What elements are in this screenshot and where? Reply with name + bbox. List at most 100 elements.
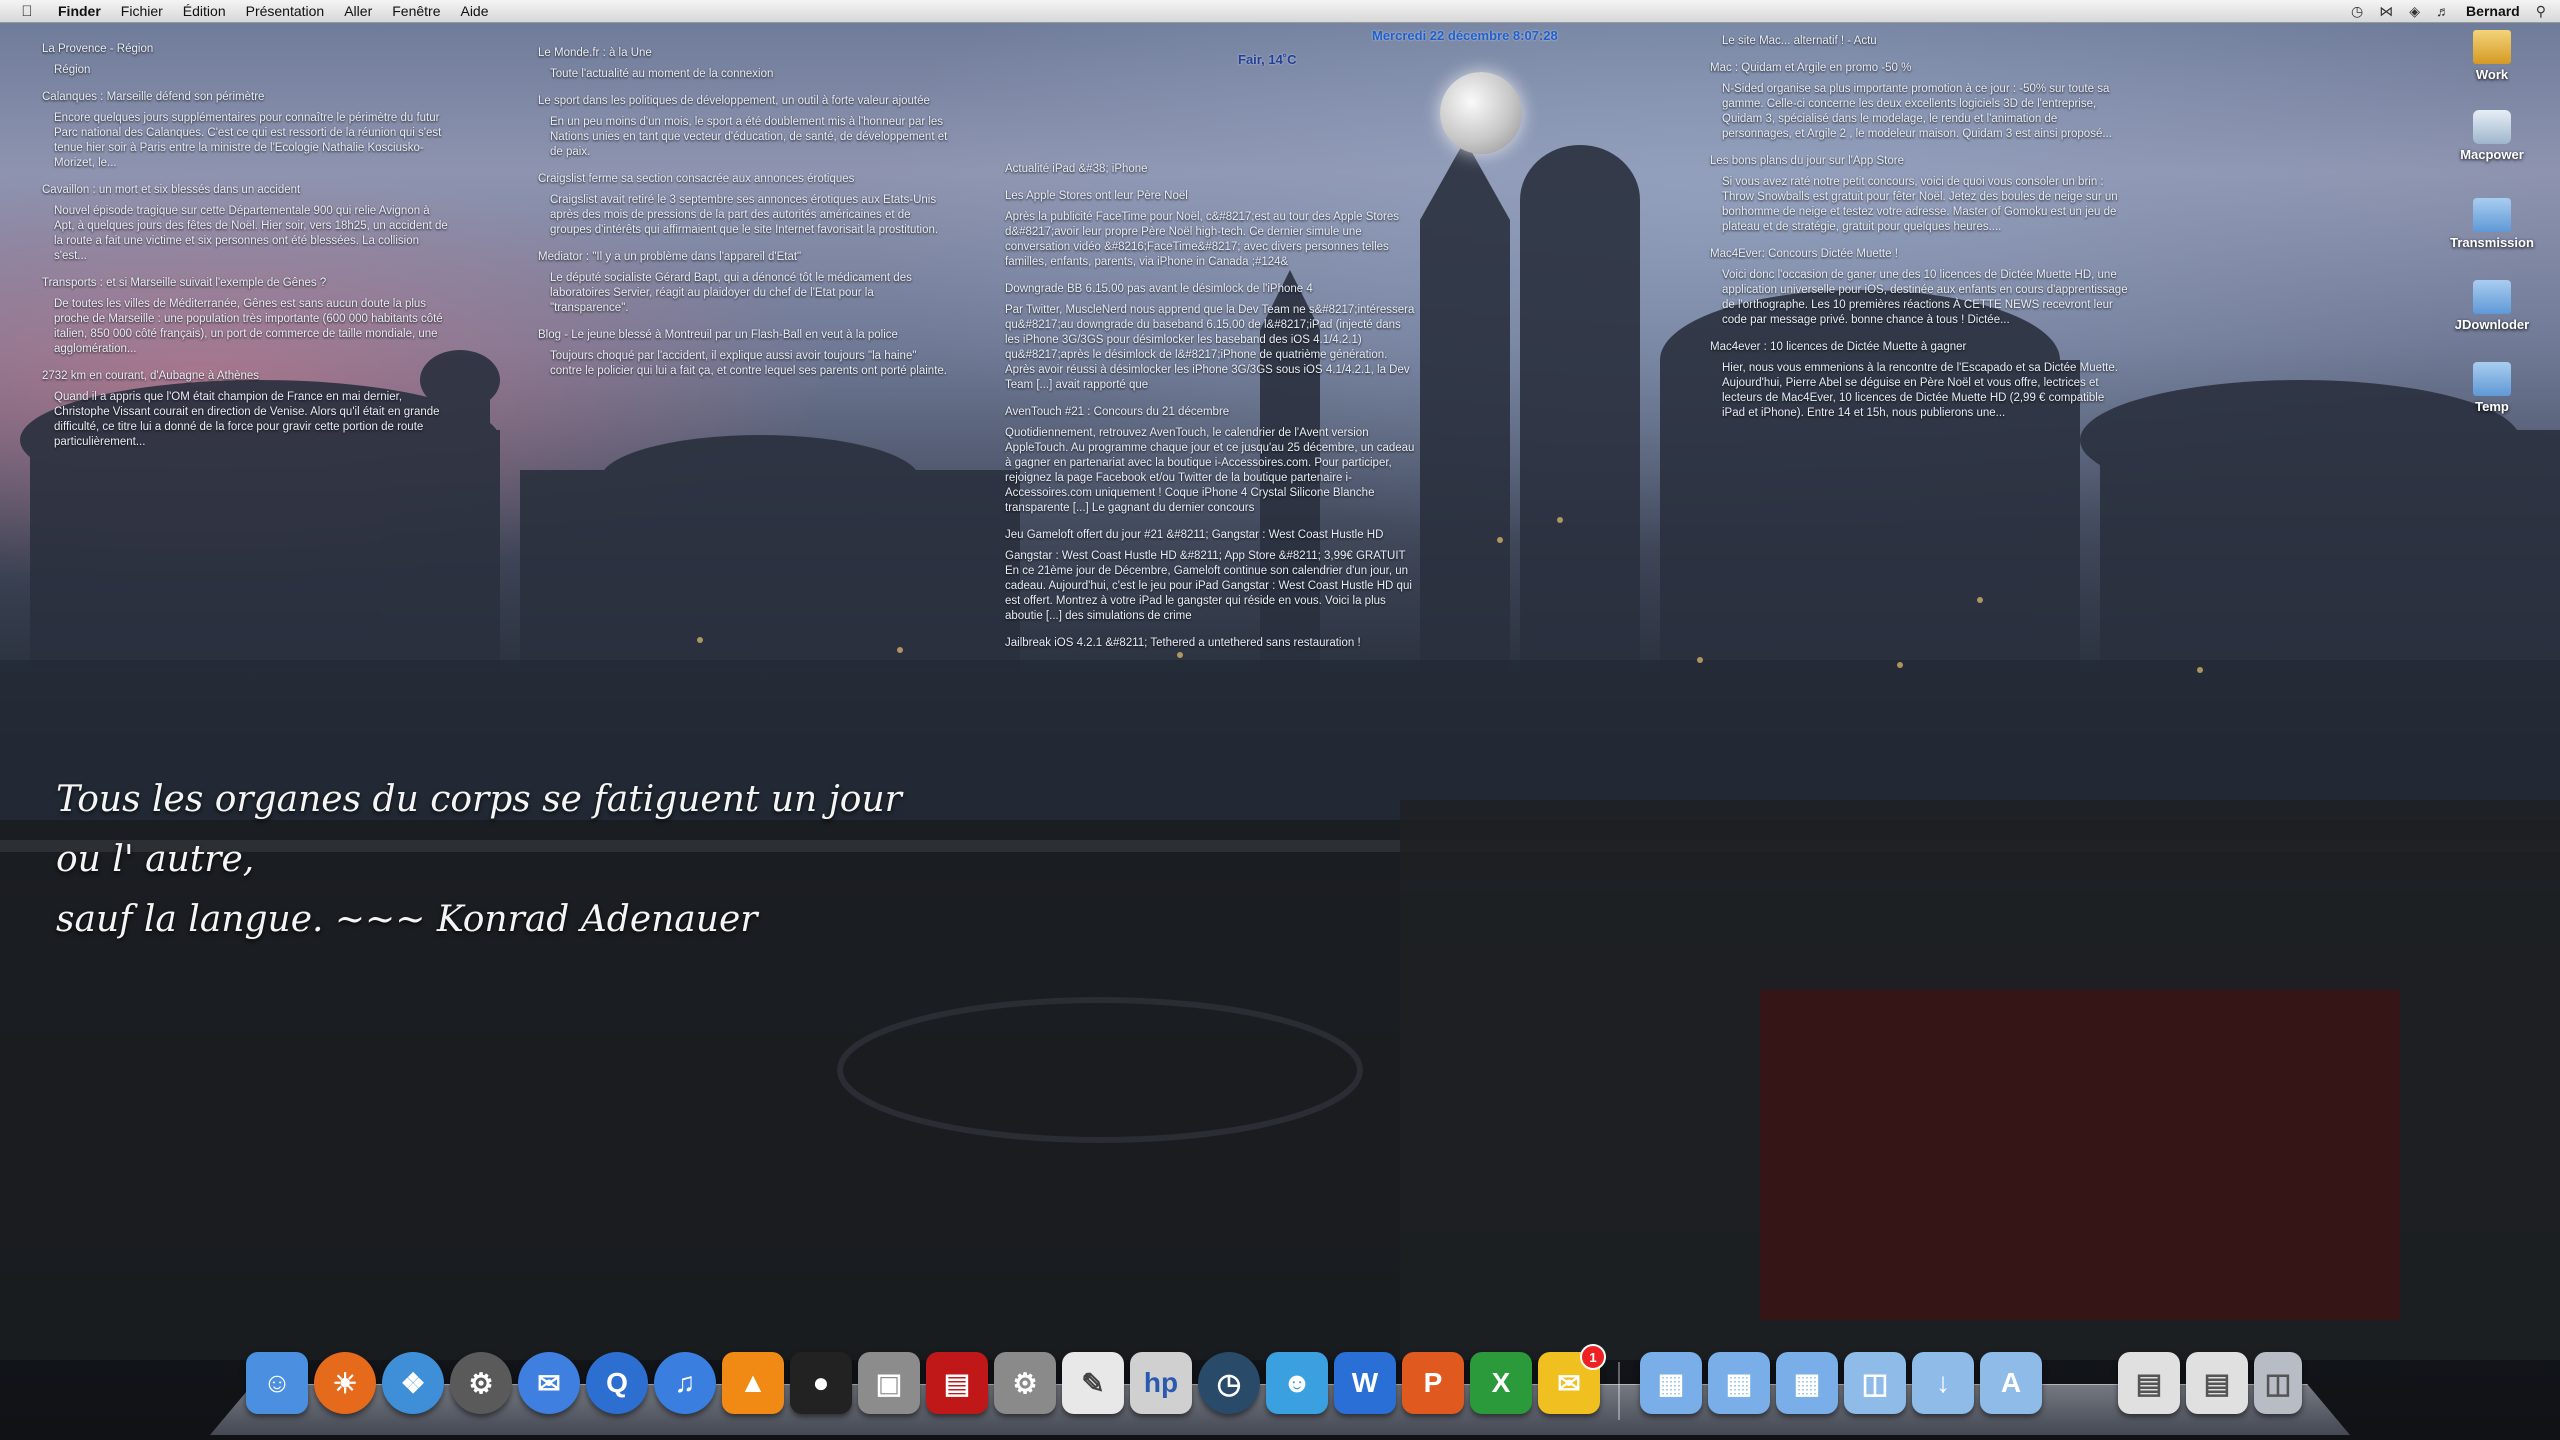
desktop-icon-label: JDownloder <box>2454 317 2530 332</box>
feed-title[interactable]: Mac4ever : 10 licences de Dictée Muette … <box>1710 340 2130 355</box>
preview-icon[interactable]: ▣ <box>858 1352 920 1414</box>
finder-icon[interactable]: ☺ <box>246 1352 308 1414</box>
feed-title[interactable]: Les Apple Stores ont leur Père Noël <box>1005 189 1415 204</box>
photo-booth-icon[interactable]: ▤ <box>926 1352 988 1414</box>
feed-item: Craigslist ferme sa section consacrée au… <box>538 172 948 238</box>
menu-presentation[interactable]: Présentation <box>246 3 325 19</box>
menu-aide[interactable]: Aide <box>460 3 488 19</box>
volume-icon[interactable]: ♬ <box>2436 3 2450 19</box>
safari-icon[interactable]: ❖ <box>382 1352 444 1414</box>
feed-title[interactable]: Le site Mac... alternatif ! - Actu <box>1710 34 2130 49</box>
weather-widget: Fair, 14˚C <box>1238 52 1297 67</box>
time-machine-drive-icon <box>2473 110 2511 144</box>
time-machine-icon[interactable]: ◷ <box>2351 3 2363 20</box>
powerpoint-icon[interactable]: P <box>1402 1352 1464 1414</box>
documents-folder-icon[interactable]: ◫ <box>1844 1352 1906 1414</box>
feed-title[interactable]: La Provence - Région <box>42 42 452 57</box>
textedit-icon[interactable]: ✎ <box>1062 1352 1124 1414</box>
menu-aller[interactable]: Aller <box>344 3 372 19</box>
desktop-icon-label: Work <box>2475 67 2509 82</box>
excel-icon[interactable]: X <box>1470 1352 1532 1414</box>
feed-body: Nouvel épisode tragique sur cette Départ… <box>54 205 448 262</box>
feed-item: Calanques : Marseille défend son périmèt… <box>42 90 452 171</box>
bluetooth-icon[interactable]: ⋈ <box>2379 3 2393 20</box>
steam-icon[interactable]: ⚙ <box>450 1352 512 1414</box>
feed-title[interactable]: Le sport dans les politiques de développ… <box>538 94 948 109</box>
feed-item: Downgrade BB 6.15.00 pas avant le désiml… <box>1005 282 1415 393</box>
feed-item: Les bons plans du jour sur l'App Store Si… <box>1710 154 2130 235</box>
feed-body: Gangstar : West Coast Hustle HD &#8211; … <box>1005 550 1412 622</box>
quicktime-icon[interactable]: Q <box>586 1352 648 1414</box>
menu-finder[interactable]: Finder <box>58 3 101 19</box>
feed-title[interactable]: Mac : Quidam et Argile en promo -50 % <box>1710 61 2130 76</box>
feed-title[interactable]: Downgrade BB 6.15.00 pas avant le désiml… <box>1005 282 1415 297</box>
menu-extras: ◷ ⋈ ◈ ♬ Bernard ⚲ <box>2351 0 2546 22</box>
itunes-icon[interactable]: ♫ <box>654 1352 716 1414</box>
quote-line-1: Tous les organes du corps se fatiguent u… <box>56 779 902 880</box>
vlc-icon[interactable]: ▲ <box>722 1352 784 1414</box>
applications-stack-icon[interactable]: ▦ <box>1640 1352 1702 1414</box>
downloads-folder-icon[interactable]: ↓ <box>1912 1352 1974 1414</box>
time-machine-icon[interactable]: ◷ <box>1198 1352 1260 1414</box>
folder-icon <box>2473 198 2511 232</box>
minimized-window-icon[interactable]: ▤ <box>2186 1352 2248 1414</box>
desktop-icon-macpower[interactable]: Macpower <box>2432 110 2552 162</box>
feed-title[interactable]: AvenTouch #21 : Concours du 21 décembre <box>1005 405 1415 420</box>
feed-title[interactable]: Calanques : Marseille défend son périmèt… <box>42 90 452 105</box>
feed-body: Hier, nous vous emmenions à la rencontre… <box>1722 362 2118 419</box>
desktop-icon-temp[interactable]: Temp <box>2432 362 2552 414</box>
feed-item: Le Monde.fr : à la Une Toute l'actualité … <box>538 46 948 82</box>
desktop-icon-jdownloder[interactable]: JDownloder <box>2432 280 2552 332</box>
desktop-icon-transmission[interactable]: Transmission <box>2432 198 2552 250</box>
minimized-window-icon[interactable]: ▤ <box>2118 1352 2180 1414</box>
feed-title[interactable]: Mediator : "Il y a un problème dans l'ap… <box>538 250 948 265</box>
rss-feed-mac-alternatif: Le site Mac... alternatif ! - Actu Mac :… <box>1710 34 2130 433</box>
feed-body: De toutes les villes de Méditerranée, Gê… <box>54 298 443 355</box>
applications-stack-icon[interactable]: ▦ <box>1708 1352 1770 1414</box>
feed-body: Voici donc l'occasion de ganer une des 1… <box>1722 269 2128 326</box>
feed-body: Région <box>54 64 91 76</box>
hp-printer-icon[interactable]: hp <box>1130 1352 1192 1414</box>
feed-title[interactable]: Jailbreak iOS 4.2.1 &#8211; Tethered a u… <box>1005 636 1415 651</box>
spotlight-icon[interactable]: ⚲ <box>2536 3 2546 20</box>
apple-icon[interactable]:  <box>16 3 38 20</box>
wifi-icon[interactable]: ◈ <box>2409 3 2420 20</box>
feed-title[interactable]: Les bons plans du jour sur l'App Store <box>1710 154 2130 169</box>
remote-icon[interactable]: ● <box>790 1352 852 1414</box>
applications-stack-icon[interactable]: ▦ <box>1776 1352 1838 1414</box>
mail-badge: 1 <box>1580 1344 1606 1370</box>
feed-item: Cavaillon : un mort et six blessés dans … <box>42 183 452 264</box>
quote-line-2: sauf la langue. ~~~ Konrad Adenauer <box>56 899 758 940</box>
feed-title[interactable]: Blog - Le jeune blessé à Montreuil par u… <box>538 328 948 343</box>
trash-icon[interactable]: ◫ <box>2254 1352 2302 1414</box>
word-icon[interactable]: W <box>1334 1352 1396 1414</box>
feed-title[interactable]: 2732 km en courant, d'Aubagne à Athènes <box>42 369 452 384</box>
applications-folder-icon[interactable]: A <box>1980 1352 2042 1414</box>
ichat-icon[interactable]: ✉ <box>518 1352 580 1414</box>
feed-title[interactable]: Actualité iPad &#38; iPhone <box>1005 162 1415 177</box>
feed-title[interactable]: Craigslist ferme sa section consacrée au… <box>538 172 948 187</box>
feed-body: En un peu moins d'un mois, le sport a ét… <box>550 116 948 158</box>
desktop-icon-work[interactable]: Work <box>2432 30 2552 82</box>
feed-title[interactable]: Cavaillon : un mort et six blessés dans … <box>42 183 452 198</box>
menu-fichier[interactable]: Fichier <box>121 3 163 19</box>
system-preferences-icon[interactable]: ⚙ <box>994 1352 1056 1414</box>
feed-title[interactable]: Jeu Gameloft offert du jour #21 &#8211; … <box>1005 528 1415 543</box>
firefox-icon[interactable]: ☀ <box>314 1352 376 1414</box>
feed-item: Mediator : "Il y a un problème dans l'ap… <box>538 250 948 316</box>
feed-body: Encore quelques jours supplémentaires po… <box>54 112 442 169</box>
feed-item: Le site Mac... alternatif ! - Actu <box>1710 34 2130 49</box>
feed-title[interactable]: Transports : et si Marseille suivait l'e… <box>42 276 452 291</box>
feed-item: La Provence - Région Région <box>42 42 452 78</box>
msn-messenger-icon[interactable]: ☻ <box>1266 1352 1328 1414</box>
menu-bar:  Finder Fichier Édition Présentation Al… <box>0 0 2560 23</box>
user-menu[interactable]: Bernard <box>2466 3 2520 19</box>
menu-edition[interactable]: Édition <box>183 3 226 19</box>
feed-title[interactable]: Le Monde.fr : à la Une <box>538 46 948 61</box>
feed-body: N-Sided organise sa plus importante prom… <box>1722 83 2112 140</box>
feed-body: Si vous avez raté notre petit concours, … <box>1722 176 2118 233</box>
desktop-icon-label: Temp <box>2475 399 2509 414</box>
feed-title[interactable]: Mac4Ever: Concours Dictée Muette ! <box>1710 247 2130 262</box>
menu-fenetre[interactable]: Fenêtre <box>392 3 440 19</box>
mail-icon[interactable]: ✉ 1 <box>1538 1344 1606 1414</box>
